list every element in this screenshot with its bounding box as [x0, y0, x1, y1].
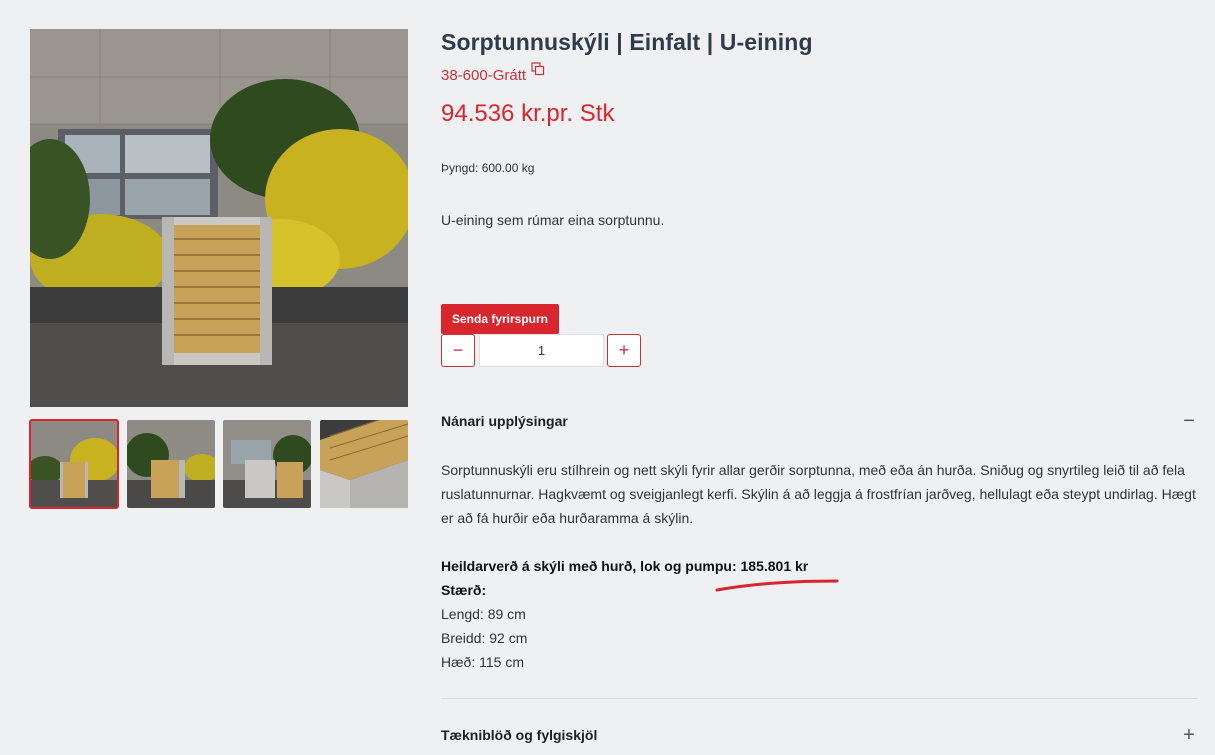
short-description: U-eining sem rúmar eina sorptunnu.	[441, 212, 665, 228]
thumbnail-1[interactable]	[29, 419, 119, 509]
product-gallery	[29, 29, 408, 509]
product-price: 94.536 kr.pr. Stk	[441, 100, 615, 127]
main-product-image[interactable]	[30, 29, 408, 407]
red-underline-annotation	[715, 579, 839, 592]
collapse-icon[interactable]: −	[1181, 411, 1197, 431]
spec-length: Lengd: 89 cm	[441, 606, 526, 622]
sku-row: 38-600-Grátt	[441, 62, 545, 86]
accordion-details-title: Nánari upplýsingar	[441, 413, 568, 429]
thumbnail-strip	[29, 419, 408, 509]
quantity-stepper: − +	[441, 334, 641, 367]
spec-height: Hæð: 115 cm	[441, 654, 524, 670]
send-inquiry-button[interactable]: Senda fyrirspurn	[441, 304, 559, 334]
product-sku: 38-600-Grátt	[441, 66, 527, 84]
thumbnail-4[interactable]	[320, 420, 408, 508]
product-info: Sorptunnuskýli | Einfalt | U-eining 38-6…	[441, 0, 1197, 755]
thumbnail-3[interactable]	[223, 420, 311, 508]
product-weight: Þyngd: 600.00 kg	[441, 161, 535, 175]
accordion-tech-header[interactable]: Tækniblöð og fylgiskjöl +	[441, 723, 1197, 747]
accordion-tech-title: Tækniblöð og fylgiskjöl	[441, 727, 598, 743]
spec-block: Heildarverð á skýli með hurð, lok og pum…	[441, 554, 1197, 674]
copy-icon[interactable]	[531, 62, 545, 76]
spec-width: Breidd: 92 cm	[441, 630, 528, 646]
thumbnail-2[interactable]	[127, 420, 215, 508]
quantity-input[interactable]	[479, 334, 604, 367]
product-title: Sorptunnuskýli | Einfalt | U-eining	[441, 29, 813, 55]
expand-icon[interactable]: +	[1181, 725, 1197, 745]
increase-quantity-button[interactable]: +	[607, 334, 641, 367]
accordion-details-header[interactable]: Nánari upplýsingar −	[441, 409, 1197, 433]
section-divider	[441, 698, 1197, 699]
decrease-quantity-button[interactable]: −	[441, 334, 475, 367]
long-description: Sorptunnuskýli eru stílhrein og nett ský…	[441, 462, 1196, 526]
